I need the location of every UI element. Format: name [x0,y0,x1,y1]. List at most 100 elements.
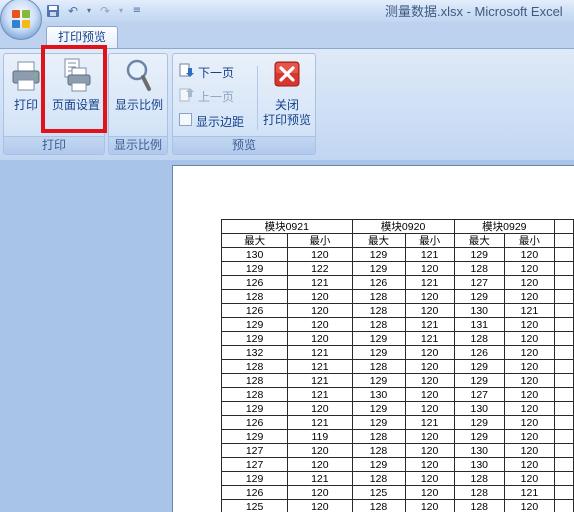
table-cell: 121 [287,345,353,360]
save-icon[interactable] [46,4,60,18]
customize-toolbar-icon[interactable]: ≡ [130,4,144,18]
table-cell [553,317,574,332]
table-subheader-row: 最大 最小 最大 最小 最大 最小 [220,233,574,248]
print-button-label: 打印 [13,98,38,112]
table-row: 125 120 128 120 128 120 [220,499,574,512]
table-cell: 121 [287,275,353,290]
next-page-button[interactable]: 下一页 [179,62,234,82]
table-cell: 126 [220,275,289,290]
table-cell: 129 [453,373,505,388]
preview-workarea: 模块0921 模块0920 模块0929 最大 最小 最大 最小 最大 最小 1… [0,160,574,512]
redo-icon[interactable]: ↷ [98,4,112,18]
table-cell: 120 [404,359,455,374]
show-margins-checkbox[interactable]: 显示边距 [179,111,244,131]
table-cell: 120 [503,275,555,290]
table-cell [553,499,574,512]
preview-group-label: 预览 [173,136,315,154]
print-button[interactable]: 打印 [8,58,44,113]
table-cell: 128 [453,261,505,276]
table-cell [553,485,574,500]
dropdown-arrow-icon[interactable]: ▾ [86,4,92,18]
table-cell: 129 [351,401,406,416]
preview-page: 模块0921 模块0920 模块0929 最大 最小 最大 最小 最大 最小 1… [172,165,574,512]
table-cell: 129 [220,317,289,332]
subheader-cell: 最小 [404,233,455,248]
office-logo-icon [12,10,31,29]
table-cell: 126 [220,485,289,500]
table-row: 128 121 130 120 127 120 [220,387,574,402]
table-cell: 120 [503,471,555,486]
table-cell: 129 [453,429,505,444]
table-cell: 121 [287,471,353,486]
zoom-button[interactable]: 显示比例 [111,58,167,113]
table-row: 132 121 129 120 126 120 [220,345,574,360]
table-cell: 128 [453,485,505,500]
table-cell: 130 [453,303,505,318]
undo-icon[interactable]: ↶ [66,4,80,18]
table-cell: 120 [404,401,455,416]
office-button[interactable] [0,0,42,40]
table-cell: 128 [351,471,406,486]
table-row: 129 122 129 120 128 120 [220,261,574,276]
table-cell [553,303,574,318]
table-cell: 130 [453,457,505,472]
table-cell: 120 [503,457,555,472]
magnifier-icon [123,58,155,94]
table-cell: 121 [287,387,353,402]
table-cell: 120 [503,289,555,304]
table-row: 126 121 126 121 127 120 [220,275,574,290]
table-cell: 120 [503,331,555,346]
zoom-button-label: 显示比例 [114,98,163,112]
table-cell: 120 [503,401,555,416]
table-cell: 120 [503,359,555,374]
table-cell: 129 [453,415,505,430]
table-cell: 120 [503,373,555,388]
table-cell: 127 [220,443,289,458]
previous-page-button[interactable]: 上一页 [179,86,234,106]
table-cell: 121 [404,331,455,346]
table-cell: 127 [220,457,289,472]
table-cell [553,331,574,346]
table-row: 126 121 129 121 129 120 [220,415,574,430]
close-print-preview-button[interactable]: 关闭 打印预览 [259,58,315,128]
table-cell: 129 [453,359,505,374]
next-page-label: 下一页 [198,65,235,80]
table-cell: 121 [404,247,455,262]
table-cell [553,387,574,402]
table-cell: 128 [351,443,406,458]
table-cell: 120 [287,457,353,472]
table-row: 129 120 129 120 130 120 [220,401,574,416]
table-cell: 120 [287,485,353,500]
table-cell: 120 [503,499,555,512]
table-row: 128 121 129 120 129 120 [220,373,574,388]
table-cell: 120 [287,317,353,332]
data-table: 模块0921 模块0920 模块0929 最大 最小 最大 最小 最大 最小 1… [220,219,574,512]
close-preview-label-line2: 打印预览 [262,113,311,127]
title-bar: ↶ ▾ ↷ ▾ ≡ 测量数据.xlsx - Microsoft Excel [0,0,574,40]
subheader-cell: 最大 [351,233,406,248]
table-row: 129 120 129 121 128 120 [220,331,574,346]
table-row: 129 120 128 121 131 120 [220,317,574,332]
table-cell: 120 [503,345,555,360]
checkbox-icon [179,113,192,129]
column-group-header: 模块0921 [221,219,353,234]
table-cell: 129 [220,471,289,486]
preview-group: 下一页 上一页 显示边距 关闭 打印预览 预览 [172,53,316,155]
table-cell: 120 [287,303,353,318]
table-cell: 128 [220,289,289,304]
table-cell: 128 [351,303,406,318]
window-title: 测量数据.xlsx - Microsoft Excel [385,4,563,19]
table-cell: 120 [404,303,455,318]
table-cell [553,457,574,472]
dropdown-arrow-icon[interactable]: ▾ [118,4,124,18]
table-cell: 121 [503,303,555,318]
table-cell: 120 [503,261,555,276]
table-cell: 120 [503,387,555,402]
previous-page-icon [179,87,194,105]
subheader-cell: 最大 [453,233,505,248]
table-cell [553,401,574,416]
group-separator [257,66,258,130]
close-preview-label-line1: 关闭 [274,98,299,112]
subheader-cell: 最小 [287,233,353,248]
table-cell: 121 [404,415,455,430]
